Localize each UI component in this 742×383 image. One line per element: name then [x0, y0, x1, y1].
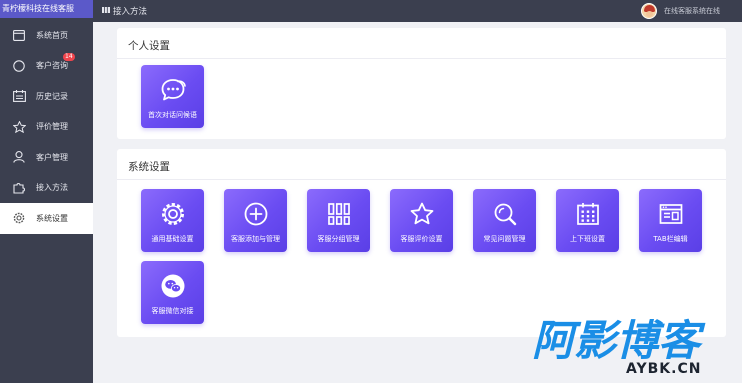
sidebar-item-customers[interactable]: 客户管理 [0, 142, 93, 173]
sidebar-item-integration[interactable]: 接入方法 [0, 173, 93, 204]
panel-title: 个人设置 [128, 40, 170, 52]
sidebar-item-label: 系统设置 [36, 213, 68, 223]
sidebar-item-label: 客户管理 [36, 152, 68, 162]
tile-label: 客服添加与管理 [231, 235, 280, 243]
agent-management-tile[interactable]: 客服添加与管理 [224, 189, 287, 252]
panel-title: 系统设置 [128, 161, 170, 173]
plus-circle-icon [244, 202, 267, 226]
breadcrumb: 接入方法 [102, 5, 147, 17]
greeting-settings-tile[interactable]: 首次对话问候语 [141, 65, 204, 128]
sidebar-item-history[interactable]: 历史记录 [0, 81, 93, 112]
tile-label: 客服微信对接 [151, 307, 194, 315]
app-title: 青柠檬科技在线客服 [0, 0, 93, 18]
tab-editor-tile[interactable]: TAB栏编辑 [639, 189, 702, 252]
sidebar-item-label: 客户咨询 [36, 61, 68, 71]
sidebar-item-label: 历史记录 [36, 91, 68, 101]
sidebar-item-label: 接入方法 [36, 183, 68, 193]
calendar-icon [12, 89, 26, 103]
window-icon [12, 28, 26, 42]
tile-label: 客服评价设置 [400, 235, 443, 243]
tile-label: 客服分组管理 [317, 235, 360, 243]
tile-label: TAB栏编辑 [653, 235, 688, 243]
watermark-logo: 阿影博客 AYBK.CN [532, 316, 706, 377]
bookmark-icon [102, 6, 110, 17]
puzzle-icon [12, 181, 26, 195]
general-settings-tile[interactable]: 通用基础设置 [141, 189, 204, 252]
wechat-icon [161, 274, 184, 298]
user-menu[interactable]: 在线客服系统在线 [641, 0, 720, 22]
system-settings-panel: 系统设置 通用基础设置 客服添加与管理 客服分组管理 客服评价设置 常见问题管理… [117, 149, 726, 337]
agent-rating-tile[interactable]: 客服评价设置 [390, 189, 453, 252]
agent-group-tile[interactable]: 客服分组管理 [307, 189, 370, 252]
watermark-text: 阿影博客 [532, 316, 706, 365]
user-status-label: 在线客服系统在线 [664, 7, 720, 15]
work-shift-tile[interactable]: 上下班设置 [556, 189, 619, 252]
personal-settings-panel: 个人设置 首次对话问候语 [117, 28, 726, 139]
chat-circle-icon [12, 59, 26, 73]
sidebar-item-label: 系统首页 [36, 30, 68, 40]
chat-bubbles-icon [161, 79, 186, 101]
wechat-integration-tile[interactable]: 客服微信对接 [141, 261, 204, 324]
watermark-domain: AYBK.CN [626, 361, 701, 377]
faq-management-tile[interactable]: 常见问题管理 [473, 189, 536, 252]
star-icon [410, 202, 433, 225]
gear-icon [12, 211, 26, 225]
gear-icon [161, 203, 184, 225]
sidebar-item-consult[interactable]: 客户咨询 14 [0, 51, 93, 82]
search-icon [494, 203, 516, 226]
divider [117, 179, 726, 180]
tile-label: 上下班设置 [570, 235, 605, 243]
tile-label: 通用基础设置 [151, 235, 194, 243]
grid-icon [327, 203, 350, 225]
breadcrumb-label: 接入方法 [113, 7, 148, 17]
sidebar-item-reviews[interactable]: 评价管理 [0, 112, 93, 143]
top-bar: 接入方法 在线客服系统在线 [93, 0, 742, 22]
avatar [641, 3, 657, 19]
sidebar: 青柠檬科技在线客服 系统首页 客户咨询 14 历史记录 评价管理 客户管理 接入… [0, 0, 93, 383]
calendar-icon [576, 203, 599, 225]
star-icon [12, 120, 26, 134]
sidebar-item-label: 评价管理 [36, 122, 68, 132]
browser-window-icon [659, 204, 682, 224]
divider [117, 58, 726, 59]
tile-label: 常见问题管理 [483, 235, 526, 243]
sidebar-item-settings[interactable]: 系统设置 [0, 203, 93, 234]
unread-badge: 14 [63, 52, 75, 61]
sidebar-item-home[interactable]: 系统首页 [0, 20, 93, 51]
tile-label: 首次对话问候语 [148, 111, 197, 119]
user-icon [12, 150, 26, 164]
